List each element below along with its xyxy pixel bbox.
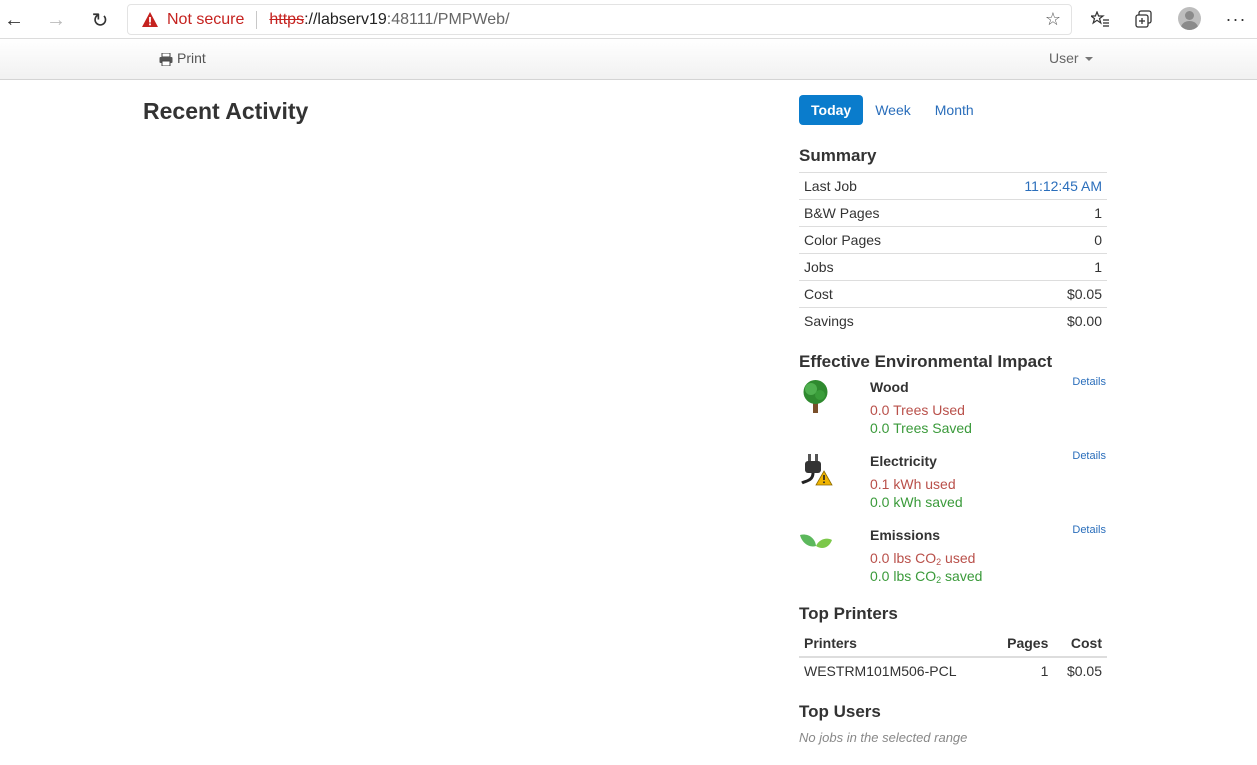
kwh-used: 0.1 kWh used [870, 476, 956, 492]
favorites-list-icon[interactable] [1089, 8, 1111, 30]
not-secure-label: Not secure [167, 10, 245, 28]
wood-label: Wood [870, 379, 909, 395]
pages-column-header: Pages [992, 630, 1054, 658]
co2-used: 0.0 lbs CO2 used [870, 550, 975, 567]
table-row: WESTRM101M506-PCL 1 $0.05 [799, 657, 1107, 683]
electricity-impact: Electricity 0.1 kWh used 0.0 kWh saved D… [799, 450, 1107, 517]
co2-used-suffix: used [941, 550, 976, 566]
co2-saved: 0.0 lbs CO2 saved [870, 568, 982, 585]
printers-column-header: Printers [799, 630, 993, 658]
table-row: Last Job 11:12:45 AM [799, 172, 1107, 200]
summary-table: Last Job 11:12:45 AM B&W Pages 1 Color Pag… [799, 172, 1107, 335]
kwh-saved: 0.0 kWh saved [870, 494, 963, 510]
range-tabs: Today Week Month [799, 95, 1107, 125]
summary-label: Color Pages [799, 226, 953, 254]
wood-details-link[interactable]: Details [1072, 376, 1106, 388]
summary-value: 1 [952, 199, 1107, 227]
trees-saved: 0.0 Trees Saved [870, 420, 972, 436]
url-path: :48111/PMPWeb/ [386, 10, 510, 28]
summary-label: Jobs [799, 253, 953, 281]
table-row: Savings $0.00 [799, 307, 1107, 335]
tree-icon [803, 380, 828, 413]
favorite-star-icon[interactable]: ☆ [1045, 9, 1061, 30]
page-title: Recent Activity [143, 98, 309, 124]
address-separator [256, 10, 258, 29]
power-plug-icon [801, 454, 833, 486]
emissions-label: Emissions [870, 527, 941, 543]
table-row: Cost $0.05 [799, 280, 1107, 308]
tab-today[interactable]: Today [799, 95, 864, 125]
more-options-icon[interactable]: ··· [1225, 8, 1247, 30]
summary-heading: Summary [799, 146, 877, 165]
wood-impact: Wood 0.0 Trees Used 0.0 Trees Saved Deta… [799, 376, 1107, 443]
user-dropdown[interactable]: User [1049, 50, 1093, 66]
back-arrow-icon[interactable]: ← [0, 6, 28, 34]
user-label: User [1049, 50, 1079, 66]
print-label: Print [177, 50, 206, 66]
refresh-icon[interactable]: ↻ [86, 6, 114, 34]
printer-name: WESTRM101M506-PCL [804, 662, 957, 679]
top-users-heading: Top Users [799, 702, 881, 721]
address-bar[interactable]: Not secure https://labserv19:48111/PMPWe… [127, 4, 1072, 35]
profile-avatar-icon[interactable] [1178, 7, 1201, 30]
browser-toolbar: ← → ↻ Not secure https://labserv19:48111… [0, 0, 1257, 39]
table-header-row: Printers Pages Cost [799, 630, 1107, 658]
top-printers-table: Printers Pages Cost WESTRM101M506-PCL 1 … [799, 630, 1107, 683]
table-row: B&W Pages 1 [799, 199, 1107, 227]
summary-label: B&W Pages [799, 199, 953, 227]
co2-saved-suffix: saved [941, 568, 983, 584]
table-row: Jobs 1 [799, 253, 1107, 281]
printer-cost: $0.05 [1066, 662, 1102, 679]
stats-panel: Today Week Month Summary Last Job 11:12:4… [799, 95, 1107, 745]
caret-down-icon [1084, 57, 1093, 61]
electricity-details-link[interactable]: Details [1072, 450, 1106, 462]
top-printers-heading: Top Printers [799, 604, 898, 623]
last-job-link[interactable]: 11:12:45 AM [952, 172, 1107, 200]
url-text: https://labserv19:48111/PMPWeb/ [269, 11, 509, 29]
trees-used: 0.0 Trees Used [870, 402, 965, 418]
cost-column-header: Cost [1053, 630, 1107, 658]
warning-icon [142, 11, 158, 27]
tab-week[interactable]: Week [863, 95, 923, 125]
leaves-icon [800, 534, 832, 548]
summary-value: 1 [952, 253, 1107, 281]
app-navbar: Print User [0, 39, 1257, 80]
summary-label: Last Job [799, 172, 953, 200]
summary-value: 0 [952, 226, 1107, 254]
tab-month[interactable]: Month [923, 95, 986, 125]
emissions-details-link[interactable]: Details [1072, 524, 1106, 536]
summary-value: $0.05 [952, 280, 1107, 308]
summary-label: Cost [799, 280, 953, 308]
electricity-label: Electricity [870, 453, 937, 469]
emissions-impact: Emissions 0.0 lbs CO2 used 0.0 lbs CO2 s… [799, 524, 1107, 591]
co2-used-prefix: 0.0 lbs CO [870, 550, 937, 566]
no-jobs-message: No jobs in the selected range [799, 730, 968, 745]
url-host: ://labserv19 [304, 10, 387, 28]
summary-value: $0.00 [952, 307, 1107, 335]
environment-heading: Effective Environmental Impact [799, 352, 1053, 371]
co2-saved-prefix: 0.0 lbs CO [870, 568, 937, 584]
table-row: Color Pages 0 [799, 226, 1107, 254]
url-scheme: https [269, 10, 305, 28]
collections-icon[interactable] [1133, 8, 1155, 30]
printer-pages: 1 [1040, 662, 1049, 679]
summary-label: Savings [799, 307, 953, 335]
printer-icon [159, 53, 173, 66]
forward-arrow-icon[interactable]: → [42, 6, 70, 34]
print-link[interactable]: Print [159, 50, 206, 66]
